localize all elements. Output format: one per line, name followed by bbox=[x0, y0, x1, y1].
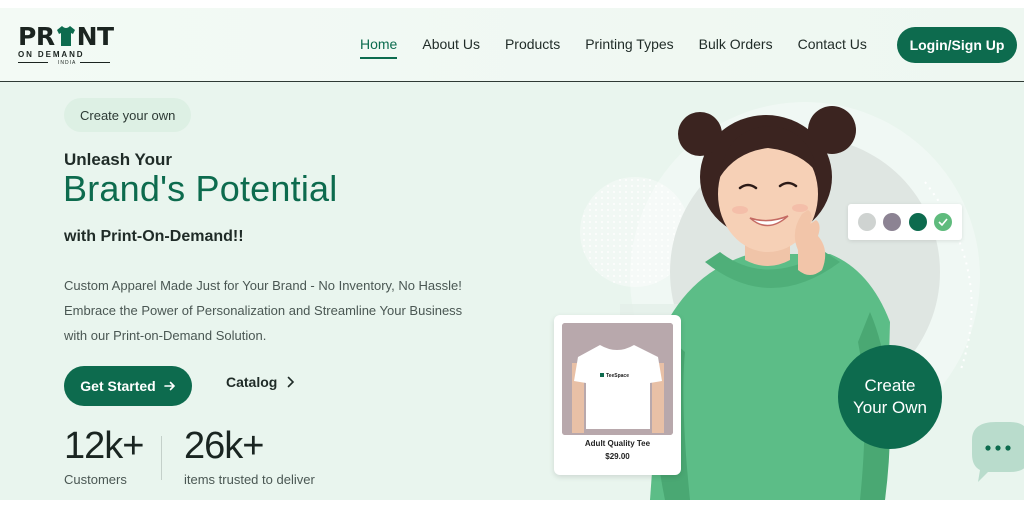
logo-text-left: PR bbox=[18, 22, 55, 51]
swatch-gray-purple[interactable] bbox=[883, 213, 902, 231]
product-price: $29.00 bbox=[605, 452, 630, 461]
nav-bulk-orders[interactable]: Bulk Orders bbox=[699, 36, 773, 52]
tshirt-logo-icon bbox=[56, 26, 75, 46]
product-card[interactable]: TeeSpace Adult Quality Tee $29.00 bbox=[554, 315, 681, 475]
hero-visual: TeeSpace Adult Quality Tee $29.00 Create… bbox=[540, 82, 1024, 500]
color-swatch-picker bbox=[848, 204, 962, 240]
product-image: TeeSpace bbox=[562, 323, 673, 435]
badge-line-1: Create bbox=[864, 376, 916, 395]
swatch-light-gray[interactable] bbox=[857, 213, 876, 231]
catalog-label: Catalog bbox=[226, 374, 278, 390]
site-logo[interactable]: PR NT ON DEMAND INDIA bbox=[18, 22, 120, 68]
nav-contact-us[interactable]: Contact Us bbox=[798, 36, 867, 52]
stats-divider bbox=[161, 436, 162, 480]
hero-description: Custom Apparel Made Just for Your Brand … bbox=[64, 273, 484, 348]
description-line: with our Print-on-Demand Solution. bbox=[64, 328, 267, 343]
chat-bubble-icon bbox=[972, 422, 1024, 482]
arrow-right-icon bbox=[163, 381, 175, 391]
stat-value: 12k+ bbox=[64, 425, 144, 467]
shirt-brand-text: TeeSpace bbox=[606, 373, 629, 379]
check-icon bbox=[938, 218, 948, 226]
hero-subtitle: with Print-On-Demand!! bbox=[64, 228, 244, 245]
stat-label: Customers bbox=[64, 472, 127, 487]
logo-wordmark: PR NT bbox=[18, 22, 114, 51]
nav-home[interactable]: Home bbox=[360, 36, 398, 59]
site-header: PR NT ON DEMAND INDIA Home About Us Produ… bbox=[0, 8, 1024, 82]
logo-rule-left bbox=[18, 62, 48, 63]
main-nav: Home About Us Products Printing Types Bu… bbox=[360, 36, 892, 59]
create-your-own-chip: Create your own bbox=[64, 98, 192, 132]
hero-title-small: Unleash Your bbox=[64, 150, 173, 169]
badge-line-2: Your Own bbox=[852, 398, 928, 417]
swatch-dark-green[interactable] bbox=[908, 213, 927, 231]
hero-title-large: Brand's Potential bbox=[63, 168, 338, 209]
get-started-label: Get Started bbox=[80, 378, 156, 394]
stat-customers: 12k+ Customers bbox=[64, 425, 144, 487]
nav-products[interactable]: Products bbox=[505, 36, 560, 52]
description-line: Embrace the Power of Personalization and… bbox=[64, 303, 463, 318]
landing-page: PR NT ON DEMAND INDIA Home About Us Produ… bbox=[0, 8, 1024, 500]
stat-label: items trusted to deliver bbox=[184, 472, 315, 487]
product-name: Adult Quality Tee bbox=[584, 439, 651, 448]
get-started-button[interactable]: Get Started bbox=[64, 366, 192, 406]
nav-printing-types[interactable]: Printing Types bbox=[585, 36, 673, 52]
stat-value: 26k+ bbox=[184, 425, 264, 467]
chevron-right-icon bbox=[288, 376, 295, 388]
swatch-light-green-selected[interactable] bbox=[934, 213, 953, 231]
login-signup-button[interactable]: Login/Sign Up bbox=[897, 27, 1017, 63]
logo-rule-right bbox=[80, 62, 110, 63]
stat-items-delivered: 26k+ items trusted to deliver bbox=[184, 426, 315, 487]
description-line: Custom Apparel Made Just for Your Brand … bbox=[64, 278, 462, 293]
nav-about-us[interactable]: About Us bbox=[422, 36, 480, 52]
logo-country: INDIA bbox=[58, 60, 77, 66]
logo-text-right: NT bbox=[76, 22, 114, 51]
logo-subtitle: ON DEMAND bbox=[18, 50, 85, 59]
tshirt-image: TeeSpace bbox=[562, 323, 673, 435]
create-your-own-badge[interactable]: Create Your Own bbox=[838, 345, 942, 449]
catalog-link[interactable]: Catalog bbox=[226, 374, 295, 390]
